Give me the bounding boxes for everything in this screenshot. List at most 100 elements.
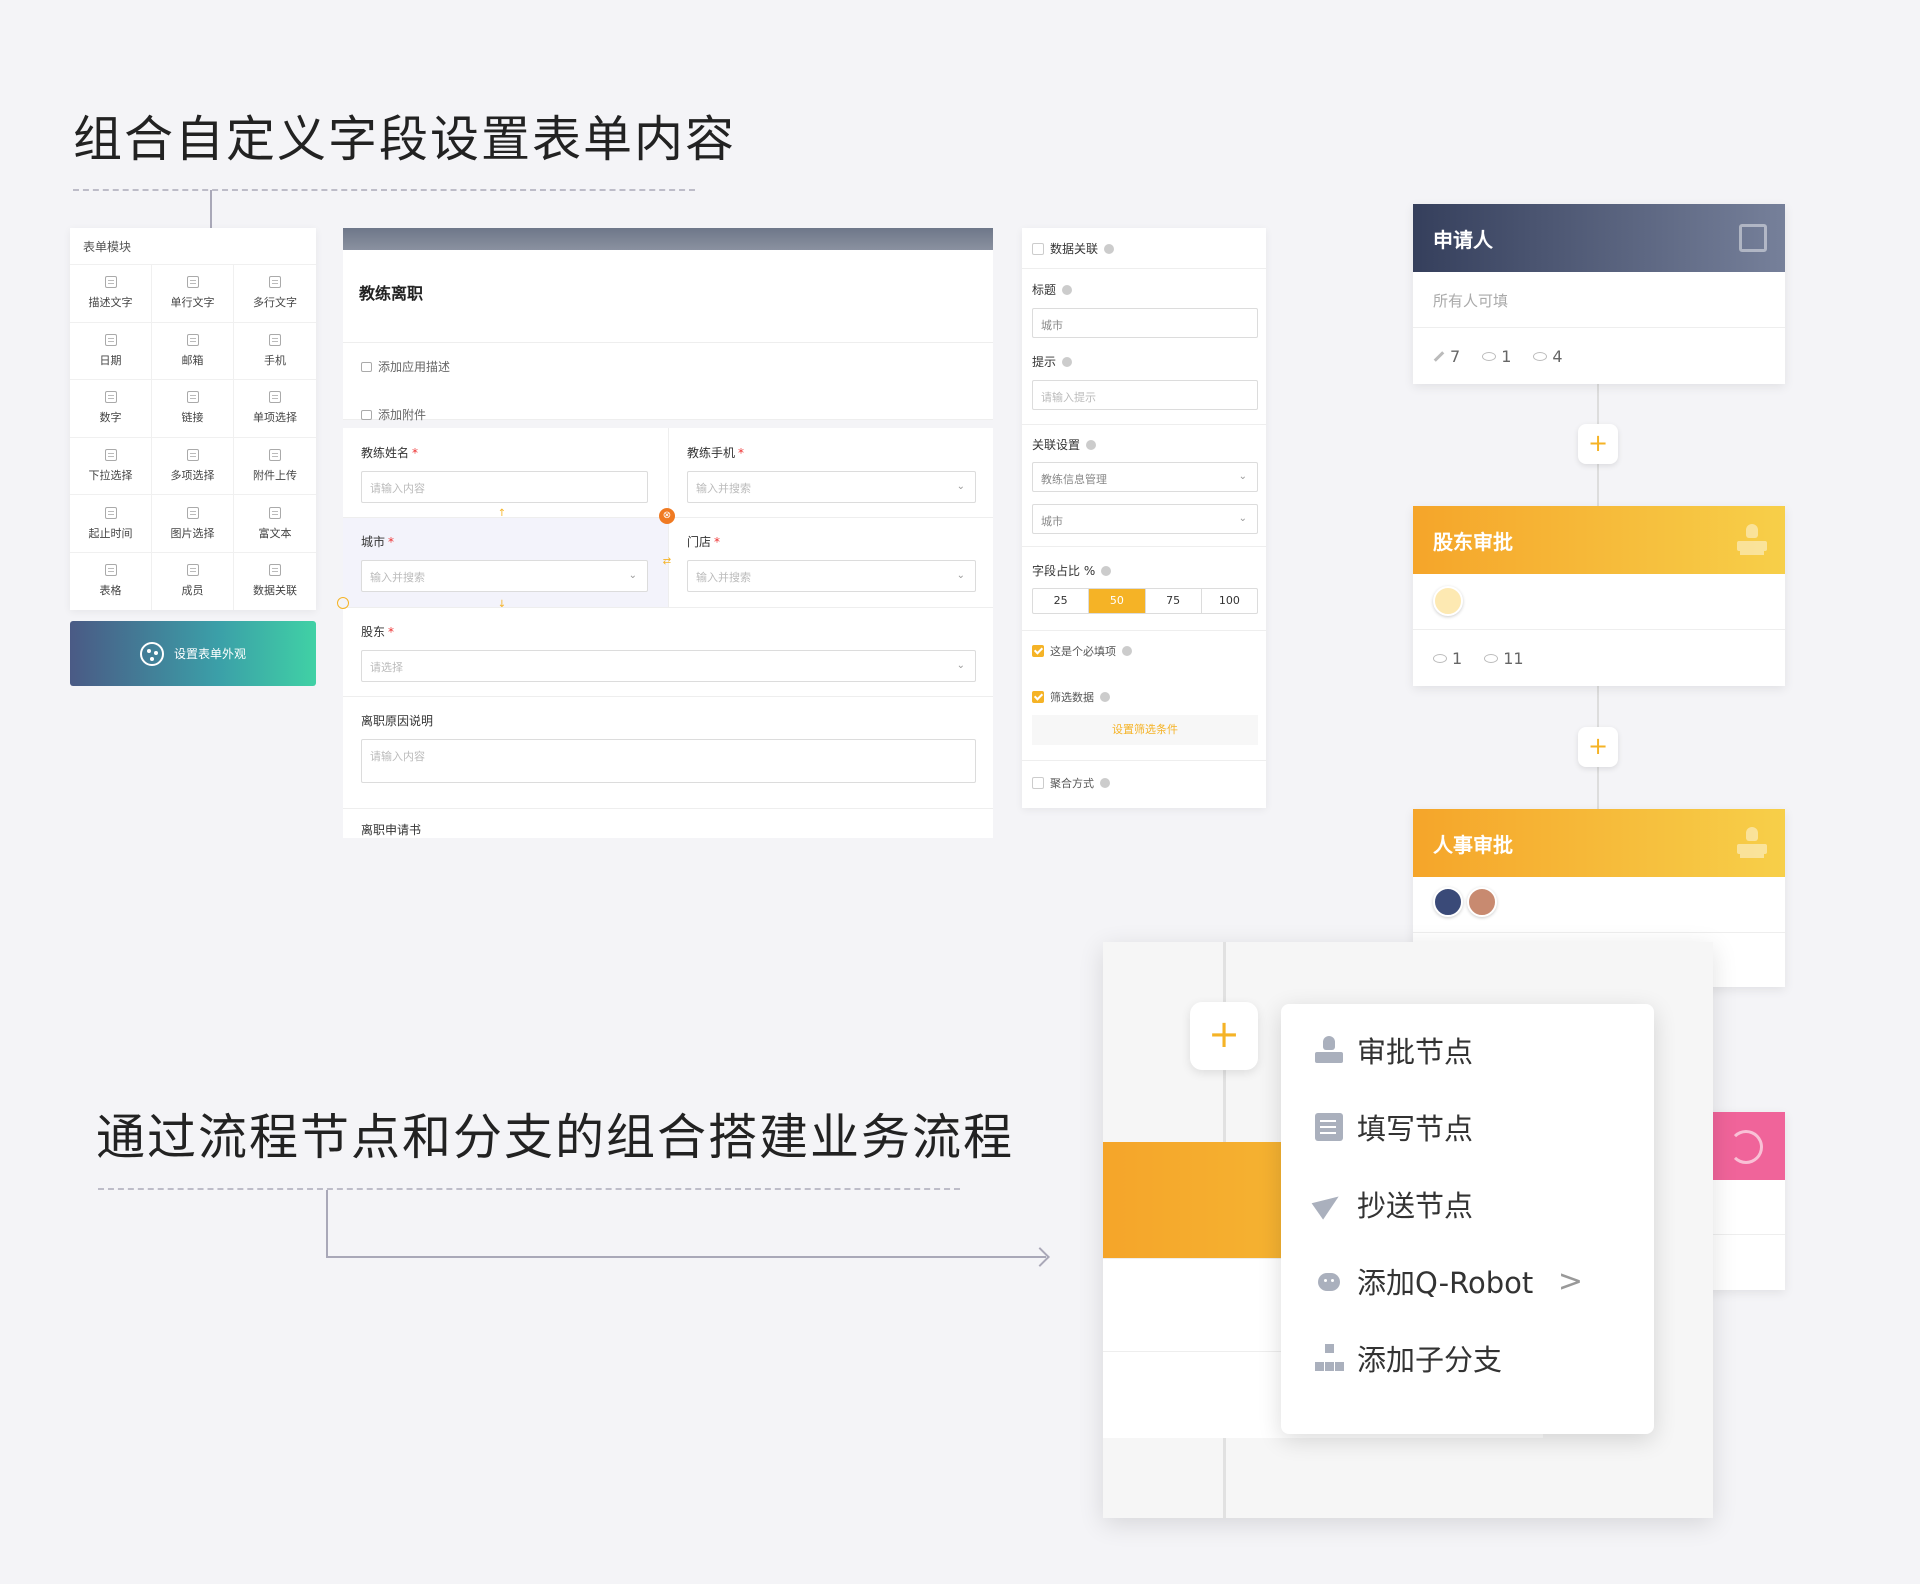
field-coach-phone[interactable]: 教练手机 * 输入并搜索 ⌄ <box>687 444 976 503</box>
aggregate-row[interactable]: 聚合方式 <box>1032 775 1110 791</box>
add-description-link[interactable]: 添加应用描述 <box>361 358 450 375</box>
move-up-icon[interactable]: ↑ <box>496 508 508 520</box>
palette-item[interactable]: 链接 <box>152 379 234 437</box>
coach-phone-select[interactable]: 输入并搜索 ⌄ <box>687 471 976 503</box>
palette-item[interactable]: 邮箱 <box>152 321 234 380</box>
filter-row[interactable]: 筛选数据 <box>1032 689 1110 705</box>
palette-item[interactable]: 表格 <box>70 551 152 610</box>
store-select[interactable]: 输入并搜索 ⌄ <box>687 560 976 592</box>
member-icon <box>186 564 199 577</box>
chevron-down-icon: ⌄ <box>1238 513 1247 524</box>
city-select[interactable]: 输入并搜索 ⌄ <box>361 560 648 592</box>
palette-item[interactable]: 多项选择 <box>152 436 234 495</box>
drag-handle-icon[interactable] <box>337 597 349 609</box>
flow-node-shareholder-approval[interactable]: 股东审批 1 11 <box>1413 506 1785 686</box>
help-icon[interactable] <box>1101 565 1112 576</box>
move-down-icon[interactable]: ↓ <box>496 599 508 611</box>
field-reason[interactable]: 离职原因说明 请输入内容 <box>361 712 976 783</box>
view-count: 4 <box>1533 344 1563 368</box>
menu-item[interactable]: 添加子分支 <box>1315 1333 1625 1383</box>
help-icon[interactable] <box>1086 439 1097 450</box>
form-preview: 教练离职 添加应用描述 添加附件 教练姓名 * 请输入内容 教练手机 * 输入并搜索… <box>343 228 993 838</box>
palette-item[interactable]: 日期 <box>70 321 152 380</box>
width-option[interactable]: 25 <box>1033 589 1090 613</box>
palette-item[interactable]: 成员 <box>152 551 234 610</box>
palette-item[interactable]: 数据关联 <box>234 551 316 610</box>
palette-item[interactable]: 起止时间 <box>70 494 152 552</box>
menu-item-label: 填写节点 <box>1357 1112 1474 1146</box>
palette-item[interactable]: 单项选择 <box>234 379 316 437</box>
flow-node-applicant[interactable]: 申请人 所有人可填 7 1 4 <box>1413 204 1785 384</box>
palette-item-label: 日期 <box>99 353 122 367</box>
link-field-select[interactable]: 城市 ⌄ <box>1032 504 1258 534</box>
field-store[interactable]: 门店 * 输入并搜索 ⌄ <box>687 533 976 592</box>
number-icon <box>104 391 117 404</box>
title-input[interactable]: 城市 <box>1032 308 1258 338</box>
hint-input[interactable]: 请输入提示 <box>1032 380 1258 410</box>
divider <box>343 607 993 608</box>
add-node-button[interactable]: + <box>1190 1002 1258 1070</box>
help-icon[interactable] <box>1100 778 1110 788</box>
add-node-button[interactable]: + <box>1578 424 1618 464</box>
multi-line-icon <box>269 276 281 289</box>
data-link-icon <box>269 564 281 577</box>
help-icon[interactable] <box>1062 284 1073 295</box>
width-row: 字段占比 % <box>1032 562 1112 579</box>
property-label: 提示 <box>1032 355 1057 369</box>
phone-icon <box>269 333 281 346</box>
palette-item[interactable]: 描述文字 <box>70 264 152 322</box>
palette-item[interactable]: 图片选择 <box>152 494 234 552</box>
table-icon <box>104 564 117 577</box>
add-node-button[interactable]: + <box>1578 727 1618 767</box>
required-checkbox[interactable] <box>1032 645 1044 657</box>
menu-item[interactable]: 抄送节点 <box>1315 1179 1625 1229</box>
help-icon[interactable] <box>1062 356 1073 367</box>
set-filter-button[interactable]: 设置筛选条件 <box>1032 715 1258 745</box>
palette-item[interactable]: 手机 <box>234 321 316 380</box>
reason-textarea[interactable]: 请输入内容 <box>361 739 976 783</box>
eye-off-icon <box>1482 351 1497 361</box>
robot-icon <box>1315 1267 1343 1295</box>
field-label: 股东 <box>361 625 386 639</box>
palette-item[interactable]: 附件上传 <box>234 436 316 495</box>
width-option[interactable]: 100 <box>1202 589 1257 613</box>
delete-field-icon[interactable]: ⊗ <box>659 508 675 524</box>
field-coach-name[interactable]: 教练姓名 * 请输入内容 <box>361 444 648 503</box>
palette-item[interactable]: 多行文字 <box>234 264 316 322</box>
placeholder: 输入并搜索 <box>696 482 751 495</box>
property-label: 字段占比 % <box>1032 564 1096 578</box>
menu-item[interactable]: 审批节点 <box>1315 1025 1625 1075</box>
help-icon[interactable] <box>1122 646 1132 656</box>
palette-item[interactable]: 下拉选择 <box>70 436 152 495</box>
aggregate-checkbox[interactable] <box>1032 777 1044 789</box>
field-label: 教练姓名 <box>361 446 410 460</box>
link-source-select[interactable]: 教练信息管理 ⌄ <box>1032 462 1258 492</box>
width-option[interactable]: 50 <box>1089 589 1146 613</box>
shareholder-select[interactable]: 请选择 ⌄ <box>361 650 976 682</box>
add-attachment-link[interactable]: 添加附件 <box>361 406 426 423</box>
width-option[interactable]: 75 <box>1146 589 1202 613</box>
palette-item-label: 单项选择 <box>253 411 297 425</box>
help-icon[interactable] <box>1104 243 1115 254</box>
menu-item[interactable]: 填写节点 <box>1315 1102 1625 1152</box>
image-icon <box>186 506 199 519</box>
field-application[interactable]: 离职申请书 <box>361 821 976 838</box>
form-title[interactable]: 教练离职 <box>359 280 423 304</box>
filter-checkbox[interactable] <box>1032 691 1044 703</box>
coach-name-input[interactable]: 请输入内容 <box>361 471 648 503</box>
hint-row: 提示 <box>1032 353 1073 370</box>
swap-icon[interactable]: ⇄ <box>661 556 673 568</box>
set-form-appearance-button[interactable]: 设置表单外观 <box>70 621 316 686</box>
help-icon[interactable] <box>1100 692 1110 702</box>
field-city[interactable]: 城市 * 输入并搜索 ⌄ <box>361 533 648 592</box>
palette-item[interactable]: 富文本 <box>234 494 316 552</box>
palette-item[interactable]: 数字 <box>70 379 152 437</box>
palette-item-label: 图片选择 <box>170 526 215 540</box>
form-fill-icon <box>1739 224 1767 252</box>
required-row[interactable]: 这是个必填项 <box>1032 643 1132 659</box>
field-shareholder[interactable]: 股东 * 请选择 ⌄ <box>361 623 976 682</box>
heading-divider <box>98 1188 960 1190</box>
palette-item[interactable]: 单行文字 <box>152 264 234 322</box>
property-label: 标题 <box>1032 283 1057 297</box>
menu-item[interactable]: 添加Q-Robot > <box>1315 1256 1625 1306</box>
